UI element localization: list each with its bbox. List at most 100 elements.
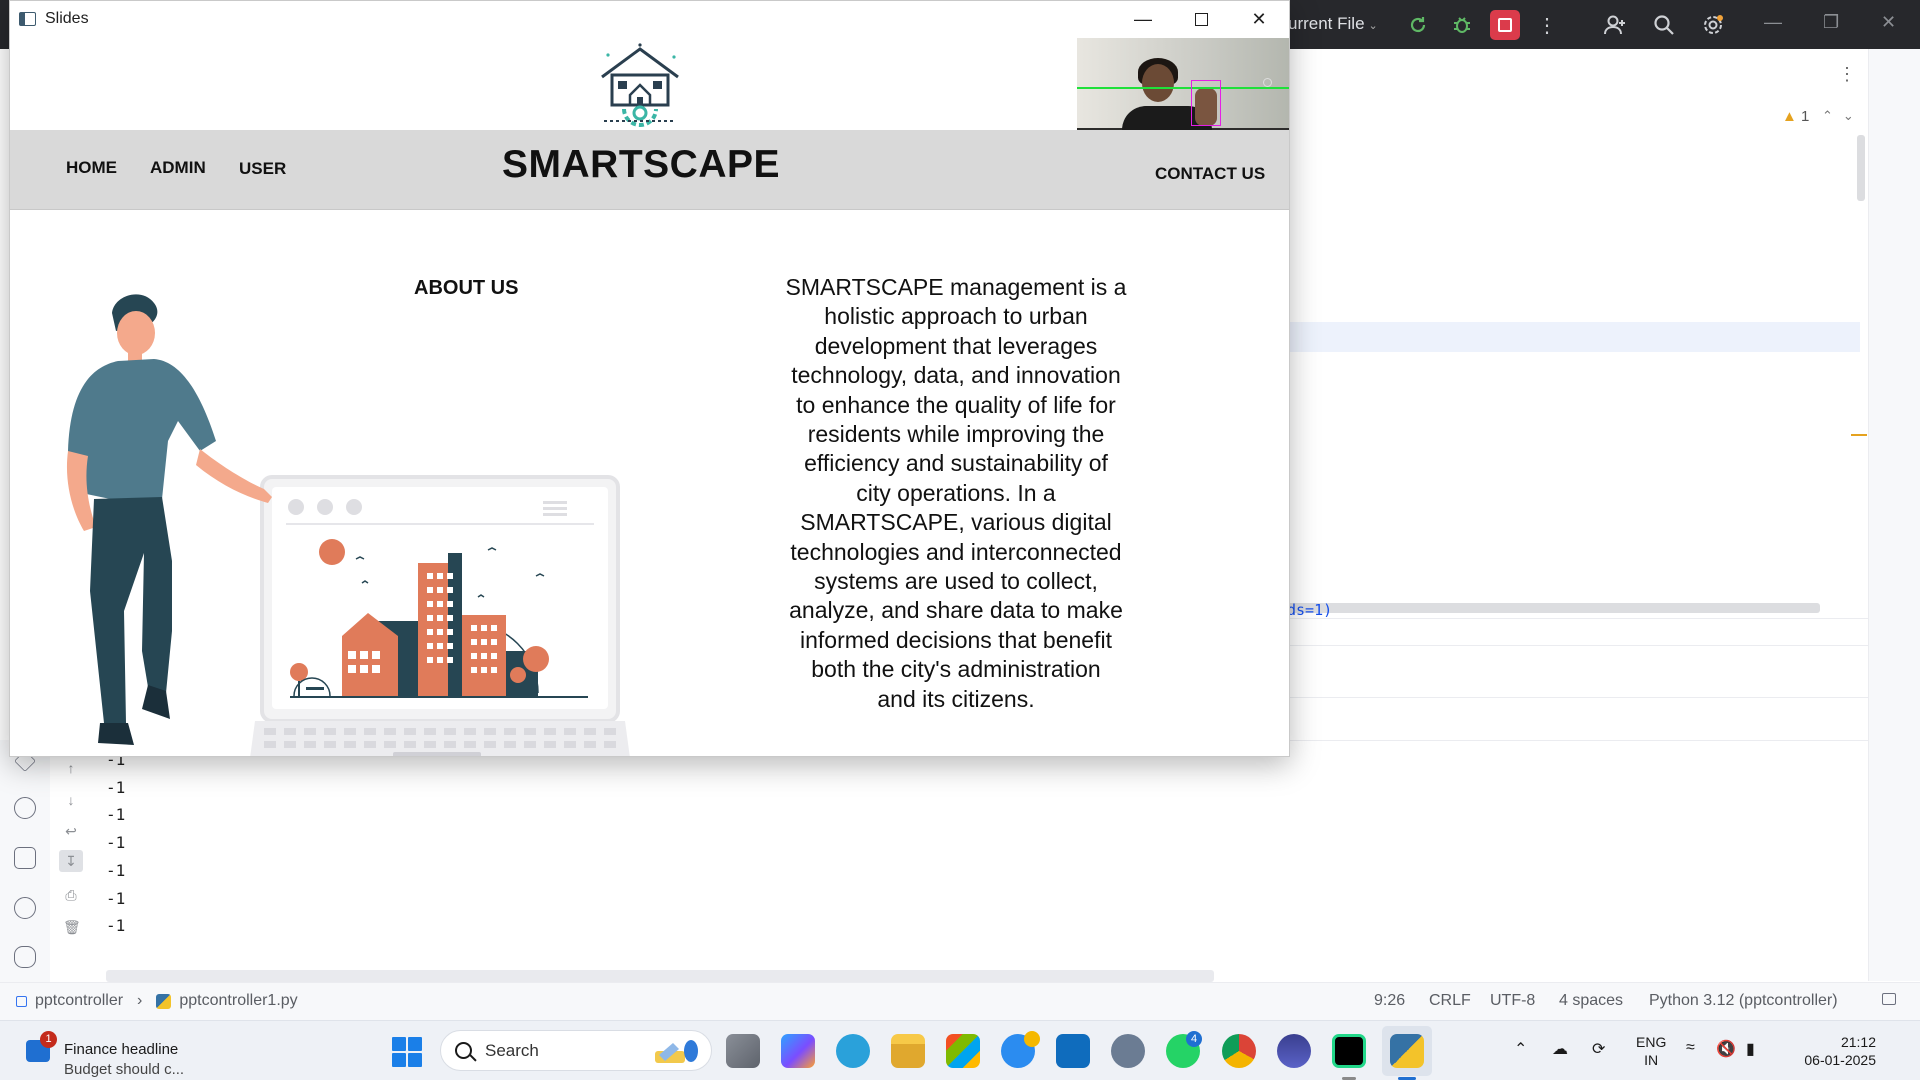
system-clock[interactable]: 21:12 06-01-2025 (1788, 1033, 1876, 1069)
nav-contact-link[interactable]: CONTACT US (1155, 164, 1265, 184)
rerun-icon[interactable] (1403, 10, 1433, 40)
ide-minimize-icon[interactable]: — (1764, 12, 1782, 33)
telegram-icon[interactable] (836, 1034, 870, 1068)
problems-icon[interactable] (14, 897, 36, 919)
help-badge (1024, 1031, 1040, 1047)
trash-icon[interactable]: 🗑 (63, 920, 81, 934)
about-line: informed decisions that benefit (800, 626, 1112, 653)
ide-close-icon[interactable]: ✕ (1881, 12, 1896, 33)
print-icon[interactable]: ⎙ (63, 888, 79, 902)
services-icon[interactable] (14, 797, 36, 819)
input-language-region: IN (1644, 1052, 1659, 1068)
about-line: efficiency and sustainability of (804, 450, 1108, 477)
site-navbar: HOME ADMIN USER SMARTSCAPE CONTACT US (10, 130, 1289, 210)
onedrive-cloud-icon[interactable]: ☁ (1552, 1039, 1568, 1059)
smartscape-logo (601, 43, 679, 127)
module-icon (16, 995, 27, 1007)
editor-options-icon[interactable]: ⋮ (1838, 64, 1856, 85)
ide-left-toolbar (0, 740, 50, 990)
ide-right-toolbar (1868, 49, 1920, 981)
sync-icon[interactable]: ⟳ (1592, 1039, 1605, 1059)
about-line: and its citizens. (877, 685, 1035, 712)
start-button[interactable] (392, 1037, 422, 1067)
editor-horizontal-scrollbar[interactable] (1287, 603, 1820, 613)
arrow-up-icon[interactable]: ↑ (63, 761, 79, 775)
about-line: SMARTSCAPE management is a (785, 274, 1127, 300)
inspection-warnings[interactable]: ▲ 1 (1782, 108, 1809, 125)
gesture-threshold-line (1077, 87, 1289, 89)
settings-gear-icon[interactable] (1111, 1034, 1145, 1068)
divider (1290, 645, 1868, 646)
python-app-icon[interactable] (1390, 1034, 1424, 1068)
slides-window: Slides — ✕ HOME ADMIN USER SMARTSCAPE CO… (9, 0, 1290, 757)
eclipse-icon[interactable] (1277, 1034, 1311, 1068)
scroll-to-end-icon[interactable]: ↧ (59, 850, 83, 872)
window-titlebar: Slides — ✕ (10, 1, 1289, 38)
input-language-code: ENG (1636, 1034, 1667, 1050)
outlook-icon[interactable] (1056, 1034, 1090, 1068)
breadcrumb-project[interactable]: pptcontroller (35, 992, 123, 1010)
more-actions-icon[interactable]: ⋮ (1532, 10, 1562, 40)
file-explorer-icon[interactable] (891, 1034, 925, 1068)
about-line: to enhance the quality of life for (796, 391, 1116, 418)
line-ending[interactable]: CRLF (1429, 992, 1471, 1010)
chevron-down-icon: ⌄ (1368, 20, 1378, 32)
search-icon (455, 1042, 472, 1059)
close-icon: ✕ (1251, 9, 1267, 29)
maximize-button[interactable] (1172, 1, 1230, 38)
search-label: Search (485, 1041, 539, 1060)
terminal-icon[interactable] (14, 847, 36, 869)
about-line: systems are used to collect, (814, 568, 1098, 595)
breadcrumb-file[interactable]: pptcontroller1.py (179, 992, 297, 1010)
news-widget[interactable]: 1 Finance headline Budget should c... (22, 1031, 202, 1078)
pointer-marker (1263, 78, 1272, 87)
editor-vertical-scrollbar[interactable] (1857, 135, 1865, 201)
editor-warning-marker[interactable] (1851, 434, 1867, 436)
read-only-lock-icon[interactable] (1882, 993, 1896, 1005)
console-line: -1 (106, 777, 126, 797)
debug-icon[interactable] (1447, 10, 1477, 40)
file-encoding[interactable]: UTF-8 (1490, 992, 1535, 1010)
cursor-position[interactable]: 9:26 (1374, 992, 1405, 1010)
indent-setting[interactable]: 4 spaces (1559, 992, 1623, 1010)
clock-time: 21:12 (1840, 1034, 1876, 1050)
console-line: -1 (106, 833, 126, 853)
breadcrumb-separator-icon: › (137, 992, 143, 1009)
chrome-icon[interactable] (1222, 1034, 1256, 1068)
input-language[interactable]: ENG IN (1636, 1033, 1666, 1069)
git-branch-icon[interactable] (14, 946, 36, 968)
stop-button[interactable] (1490, 10, 1520, 40)
settings-gear-icon[interactable] (1698, 10, 1728, 40)
python-interpreter[interactable]: Python 3.12 (pptcontroller) (1649, 992, 1838, 1010)
about-us-paragraph: SMARTSCAPE management is a holistic appr… (759, 273, 1153, 714)
speaker-muted-icon[interactable]: 🔇 (1716, 1039, 1736, 1059)
arrow-down-icon[interactable]: ↓ (63, 793, 79, 807)
console-horizontal-scrollbar[interactable] (106, 970, 1214, 982)
python-file-icon (156, 993, 172, 1009)
taskbar-search-box[interactable]: Search (440, 1030, 712, 1071)
news-subtitle: Budget should c... (64, 1061, 185, 1078)
run-configuration-dropdown[interactable]: urrent File ⌄ (1288, 14, 1378, 34)
wifi-icon[interactable]: ≈ (1686, 1039, 1695, 1057)
microsoft-store-icon[interactable] (946, 1034, 980, 1068)
warning-navigation-arrows[interactable]: ⌃⌄ (1822, 108, 1864, 124)
brand-title: SMARTSCAPE (501, 143, 781, 186)
whatsapp-badge: 4 (1186, 1031, 1202, 1047)
minimize-button[interactable]: — (1114, 1, 1172, 38)
ide-restore-icon[interactable]: ❐ (1823, 12, 1839, 33)
task-view-icon[interactable] (726, 1034, 760, 1068)
show-hidden-icons-chevron-icon[interactable]: ⌃ (1514, 1039, 1527, 1059)
warning-count: 1 (1801, 108, 1810, 125)
copilot-icon[interactable] (781, 1034, 815, 1068)
battery-icon[interactable]: ▮ (1746, 1039, 1755, 1059)
about-line: SMARTSCAPE, various digital (800, 509, 1112, 536)
hand-bounding-box (1191, 80, 1221, 126)
console-line: -1 (106, 860, 126, 880)
add-user-icon[interactable] (1600, 10, 1630, 40)
soft-wrap-icon[interactable]: ↩ (63, 824, 79, 838)
close-button[interactable]: ✕ (1230, 1, 1288, 38)
about-line: analyze, and share data to make (789, 597, 1123, 624)
search-icon[interactable] (1649, 10, 1679, 40)
about-line: technology, data, and innovation (791, 362, 1121, 389)
pycharm-icon[interactable] (1332, 1034, 1366, 1068)
